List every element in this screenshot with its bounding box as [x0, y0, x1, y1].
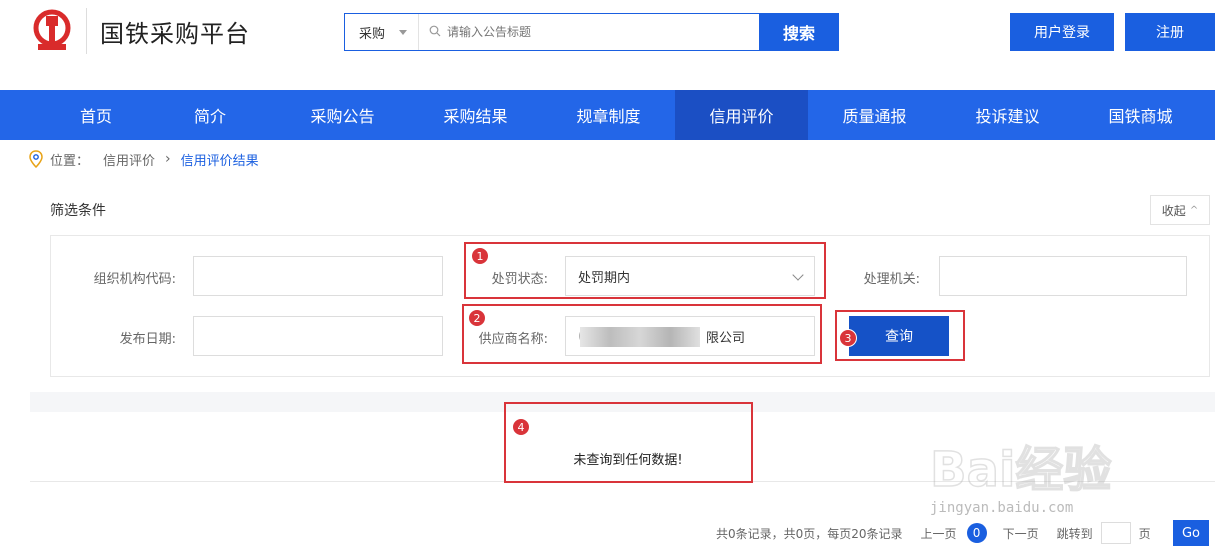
watermark-url: jingyan.baidu.com: [930, 500, 1074, 516]
watermark-text: Bai经验: [930, 442, 1111, 498]
publish-date-label: 发布日期:: [119, 332, 176, 347]
prev-page-button[interactable]: 上一页: [921, 525, 957, 542]
annotation-box-2: [462, 304, 822, 364]
search-box: 采购: [344, 13, 760, 51]
breadcrumb-current[interactable]: 信用评价结果: [181, 150, 259, 169]
annotation-box-4: [504, 402, 753, 483]
org-code-input[interactable]: [193, 256, 443, 296]
annotation-badge-2: 2: [468, 309, 486, 327]
breadcrumb-prefix: 位置：: [50, 153, 90, 169]
page-unit-label: 页: [1138, 526, 1151, 541]
org-code-label: 组织机构代码:: [93, 272, 176, 287]
location-pin-icon: [29, 150, 43, 168]
chevron-up-icon: ^: [1189, 204, 1199, 216]
nav-item-mall[interactable]: 国铁商城: [1074, 90, 1207, 140]
handling-org-input[interactable]: [939, 256, 1187, 296]
search-input[interactable]: [447, 14, 747, 50]
collapse-button[interactable]: 收起 ^: [1150, 195, 1210, 225]
annotation-box-1: [464, 242, 826, 299]
annotation-badge-3: 3: [839, 329, 857, 347]
search-category-value: 采购: [359, 26, 386, 42]
next-page-button[interactable]: 下一页: [1003, 525, 1039, 542]
nav-item-procurement-result[interactable]: 采购结果: [409, 90, 542, 140]
nav-item-regulations[interactable]: 规章制度: [542, 90, 675, 140]
publish-date-input[interactable]: [193, 316, 443, 356]
annotation-badge-1: 1: [471, 247, 489, 265]
annotation-badge-4: 4: [512, 418, 530, 436]
nav-item-home[interactable]: 首页: [48, 90, 144, 140]
handling-org-label: 处理机关:: [863, 272, 920, 287]
nav-item-credit-evaluation[interactable]: 信用评价: [675, 90, 808, 140]
search-icon: [429, 25, 441, 37]
nav-item-complaints[interactable]: 投诉建议: [941, 90, 1074, 140]
search-button[interactable]: 搜索: [759, 13, 839, 51]
caret-down-icon: [399, 30, 407, 35]
register-button[interactable]: 注册: [1125, 13, 1215, 51]
nav-item-procurement-notice[interactable]: 采购公告: [276, 90, 409, 140]
search-category-select[interactable]: 采购: [345, 14, 419, 50]
breadcrumb: 位置： 信用评价 › 信用评价结果: [28, 140, 259, 178]
pagination: 共0条记录，共0页，每页20条记录 上一页 0 下一页 跳转到 页: [716, 522, 1151, 544]
chevron-right-icon: ›: [165, 151, 171, 167]
logo-divider: [86, 8, 87, 54]
current-page-number[interactable]: 0: [966, 523, 987, 543]
filter-title: 筛选条件: [50, 203, 106, 219]
login-button[interactable]: 用户登录: [1010, 13, 1114, 51]
baidu-watermark-icon: Bai经验: [930, 441, 1112, 499]
pagination-summary: 共0条记录，共0页，每页20条记录: [716, 526, 903, 541]
site-title[interactable]: 国铁采购平台: [100, 14, 250, 49]
collapse-label: 收起: [1161, 203, 1186, 218]
go-button[interactable]: Go: [1173, 520, 1209, 546]
nav-item-intro[interactable]: 简介: [144, 90, 276, 140]
nav-item-quality-report[interactable]: 质量通报: [808, 90, 941, 140]
breadcrumb-level1[interactable]: 信用评价: [103, 150, 155, 169]
railway-logo-icon[interactable]: [28, 8, 76, 54]
main-nav: 首页 简介 采购公告 采购结果 规章制度 信用评价 质量通报 投诉建议 国铁商城: [0, 90, 1215, 140]
jump-page-input[interactable]: [1100, 522, 1131, 544]
jump-to-label: 跳转到: [1056, 526, 1093, 541]
